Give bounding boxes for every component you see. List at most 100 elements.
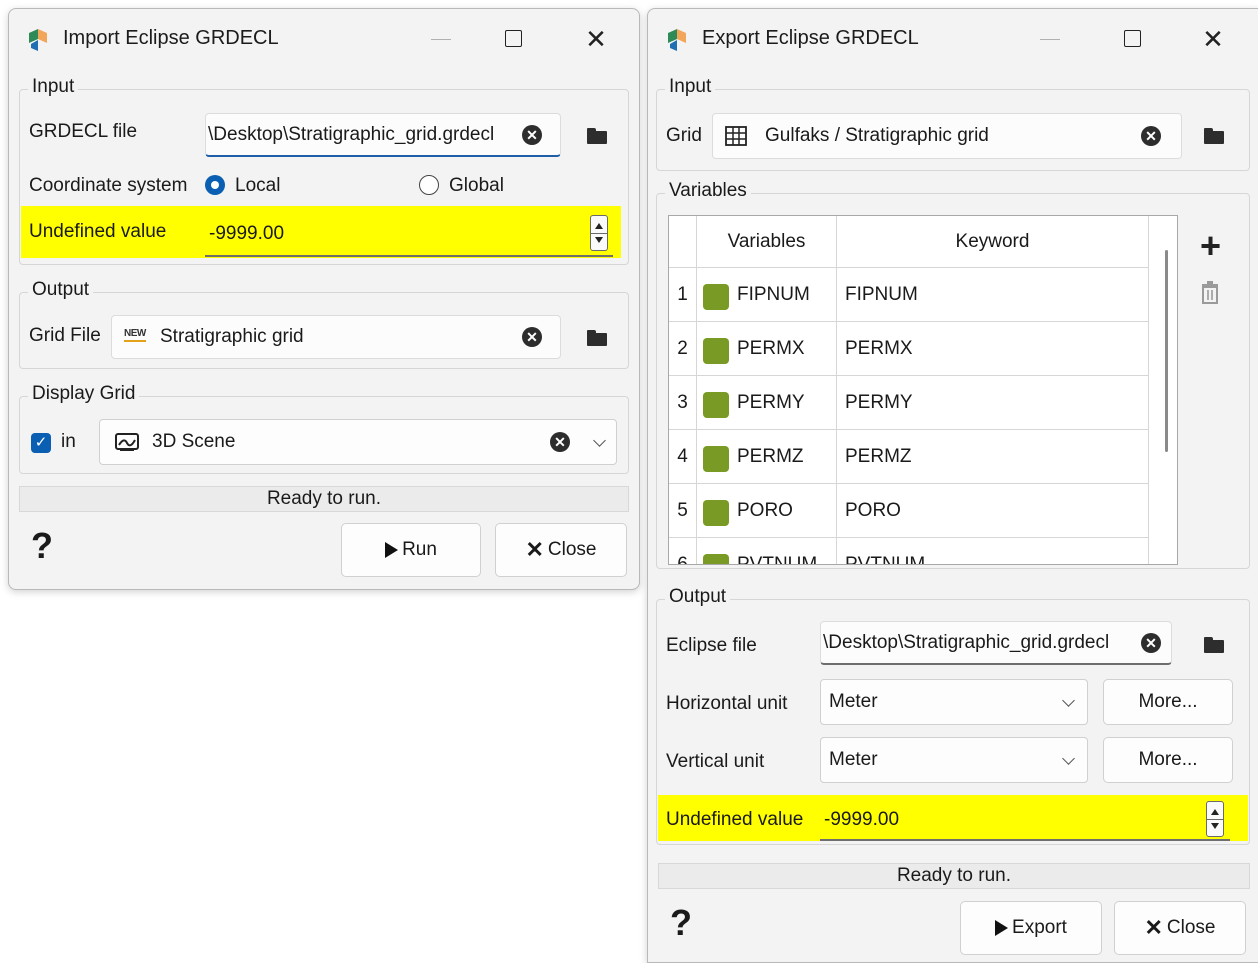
- add-icon[interactable]: +: [1200, 228, 1221, 264]
- horizontal-more-button[interactable]: More...: [1103, 679, 1233, 725]
- close-button[interactable]: ✕ Close: [495, 523, 627, 577]
- row-number-cell: 6: [669, 538, 697, 564]
- column-header-keyword[interactable]: Keyword: [837, 216, 1149, 268]
- undefined-value-spinner[interactable]: [1206, 801, 1224, 837]
- undefined-value-text: -9999.00: [824, 809, 900, 830]
- maximize-button[interactable]: [1120, 27, 1144, 51]
- row-number-cell: 2: [669, 322, 697, 376]
- export-dialog-window: Export Eclipse GRDECL ✕ Input Grid Gulfa…: [647, 8, 1258, 963]
- grid-icon: [725, 126, 747, 146]
- variable-cell[interactable]: PVTNUM: [697, 538, 837, 565]
- play-icon: [385, 542, 399, 558]
- header-corner-cell: [669, 216, 697, 268]
- clear-icon[interactable]: ✕: [1141, 126, 1161, 146]
- close-button-label: Close: [1166, 917, 1216, 938]
- clear-icon[interactable]: ✕: [1141, 632, 1161, 653]
- folder-open-icon[interactable]: [587, 128, 607, 144]
- variable-cell[interactable]: PERMZ: [697, 430, 837, 484]
- clear-icon[interactable]: ✕: [522, 327, 542, 347]
- variable-name: PERMY: [737, 392, 805, 413]
- close-window-button[interactable]: ✕: [584, 26, 608, 52]
- row-number-cell: 1: [669, 268, 697, 322]
- run-button[interactable]: Run: [341, 523, 481, 577]
- clear-icon[interactable]: ✕: [550, 432, 570, 452]
- grid-label: Grid: [666, 125, 702, 146]
- 3d-scene-icon: [115, 433, 139, 451]
- grdecl-file-value: \Desktop\Stratigraphic_grid.grdecl: [208, 123, 495, 145]
- chevron-down-icon: [1062, 694, 1075, 707]
- maximize-button[interactable]: [501, 27, 525, 51]
- eclipse-file-label: Eclipse file: [666, 635, 757, 656]
- minimize-button[interactable]: [1038, 27, 1062, 51]
- title-bar[interactable]: Export Eclipse GRDECL ✕: [648, 9, 1258, 69]
- undefined-value-label: Undefined value: [29, 221, 167, 242]
- display-in-label: in: [61, 431, 76, 452]
- variable-color-swatch: [703, 338, 729, 364]
- vertical-unit-label: Vertical unit: [666, 751, 765, 772]
- trash-icon[interactable]: [1200, 281, 1220, 305]
- keyword-cell[interactable]: PERMZ: [837, 430, 1149, 484]
- eclipse-file-value: \Desktop\Stratigraphic_grid.grdecl: [823, 631, 1110, 653]
- group-title-input: Input: [28, 76, 79, 98]
- variable-cell[interactable]: FIPNUM: [697, 268, 837, 322]
- variable-name: PVTNUM: [737, 554, 818, 565]
- vertical-unit-dropdown[interactable]: Meter: [820, 737, 1088, 783]
- grid-file-input[interactable]: NEW Stratigraphic grid ✕: [111, 315, 561, 359]
- group-title-output: Output: [665, 586, 731, 608]
- close-window-button[interactable]: ✕: [1201, 26, 1225, 52]
- column-header-variables[interactable]: Variables: [697, 216, 837, 268]
- vertical-more-button[interactable]: More...: [1103, 737, 1233, 783]
- scene-dropdown[interactable]: 3D Scene ✕: [99, 419, 617, 465]
- horizontal-unit-dropdown[interactable]: Meter: [820, 679, 1088, 725]
- variables-table: Variables Keyword 1 FIPNUM FIPNUM 2 PERMX PER…: [668, 215, 1178, 565]
- app-logo-icon: [29, 29, 47, 51]
- folder-open-icon[interactable]: [587, 330, 607, 346]
- row-number-cell: 4: [669, 430, 697, 484]
- help-icon[interactable]: ?: [670, 902, 692, 944]
- row-number-cell: 5: [669, 484, 697, 538]
- help-icon[interactable]: ?: [31, 525, 53, 567]
- variable-cell[interactable]: PERMX: [697, 322, 837, 376]
- variable-color-swatch: [703, 446, 729, 472]
- minimize-button[interactable]: [429, 27, 453, 51]
- import-dialog-window: Import Eclipse GRDECL ✕ Input GRDECL fil…: [8, 8, 640, 590]
- keyword-cell[interactable]: PVTNUM: [837, 538, 1149, 564]
- radio-local[interactable]: [205, 175, 225, 195]
- export-button[interactable]: Export: [960, 901, 1102, 955]
- variable-cell[interactable]: PORO: [697, 484, 837, 538]
- status-bar: Ready to run.: [19, 486, 629, 512]
- close-button[interactable]: ✕ Close: [1114, 901, 1246, 955]
- eclipse-file-input[interactable]: \Desktop\Stratigraphic_grid.grdecl ✕: [820, 621, 1172, 665]
- folder-open-icon[interactable]: [1204, 637, 1224, 653]
- row-number-cell: 3: [669, 376, 697, 430]
- chevron-down-icon: [593, 434, 606, 447]
- group-title-output: Output: [28, 279, 94, 301]
- grid-file-label: Grid File: [29, 325, 101, 346]
- grdecl-file-input[interactable]: \Desktop\Stratigraphic_grid.grdecl ✕: [205, 113, 561, 157]
- undefined-value-input[interactable]: -9999.00: [205, 213, 613, 257]
- title-bar[interactable]: Import Eclipse GRDECL ✕: [9, 9, 639, 69]
- clear-icon[interactable]: ✕: [522, 124, 542, 145]
- keyword-cell[interactable]: PERMY: [837, 376, 1149, 430]
- radio-local-label: Local: [235, 175, 281, 196]
- keyword-cell[interactable]: PERMX: [837, 322, 1149, 376]
- play-icon: [995, 920, 1009, 936]
- table-scrollbar[interactable]: [1165, 250, 1168, 452]
- variable-name: FIPNUM: [737, 284, 810, 305]
- group-title-variables: Variables: [665, 180, 751, 202]
- close-x-icon: ✕: [1144, 915, 1163, 940]
- radio-global[interactable]: [419, 175, 439, 195]
- undefined-value-label: Undefined value: [666, 809, 804, 830]
- grdecl-file-label: GRDECL file: [29, 121, 138, 142]
- folder-open-icon[interactable]: [1204, 128, 1224, 144]
- undefined-value-spinner[interactable]: [590, 215, 608, 251]
- run-button-label: Run: [402, 539, 437, 560]
- variable-cell[interactable]: PERMY: [697, 376, 837, 430]
- keyword-cell[interactable]: FIPNUM: [837, 268, 1149, 322]
- keyword-cell[interactable]: PORO: [837, 484, 1149, 538]
- undefined-value-input[interactable]: -9999.00: [820, 801, 1230, 841]
- app-logo-icon: [668, 29, 686, 51]
- display-grid-checkbox[interactable]: ✓: [31, 433, 51, 453]
- horizontal-unit-label: Horizontal unit: [666, 693, 788, 714]
- grid-input[interactable]: Gulfaks / Stratigraphic grid ✕: [712, 113, 1182, 159]
